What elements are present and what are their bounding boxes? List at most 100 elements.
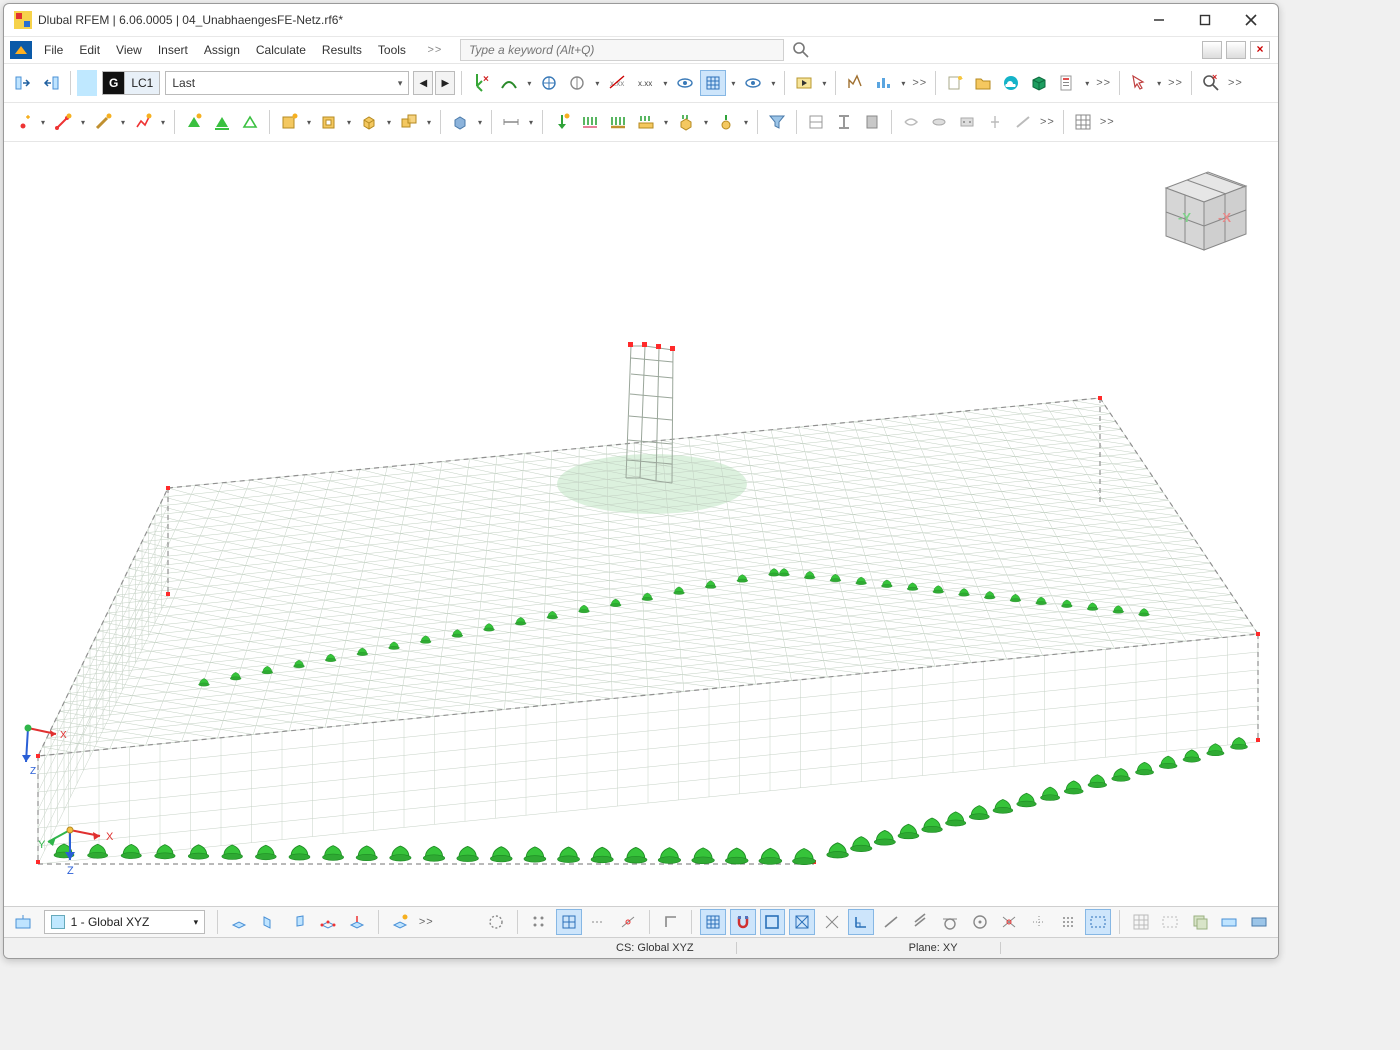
diagram2-icon[interactable] (870, 70, 896, 96)
snap-guide-icon[interactable] (586, 909, 612, 935)
osnap-near-icon[interactable] (878, 909, 904, 935)
select-arrow-icon[interactable] (1126, 70, 1152, 96)
dropdown-icon[interactable]: ▾ (344, 118, 354, 127)
plane-yz-icon[interactable] (256, 909, 282, 935)
plane-star-icon[interactable] (387, 909, 413, 935)
misc1-icon[interactable] (898, 109, 924, 135)
support-new3-icon[interactable] (237, 109, 263, 135)
view-mesh-icon[interactable] (700, 70, 726, 96)
toolbar-more-icon[interactable]: >> (912, 77, 927, 89)
toolbar-more-icon[interactable]: >> (1100, 116, 1115, 128)
navcube-face-y[interactable]: -Y (1178, 210, 1191, 225)
toolbar-more-icon[interactable]: >> (1228, 77, 1243, 89)
dropdown-icon[interactable]: ▾ (118, 118, 128, 127)
dropdown-icon[interactable]: ▾ (741, 118, 751, 127)
dropdown-icon[interactable]: ▾ (1154, 79, 1164, 88)
line-load-icon[interactable] (577, 109, 603, 135)
menu-more-icon[interactable]: >> (416, 44, 454, 56)
search-go-icon[interactable] (788, 37, 814, 63)
toolbar-more-icon[interactable]: >> (1096, 77, 1111, 89)
section1-icon[interactable] (803, 109, 829, 135)
close-button[interactable] (1228, 5, 1274, 35)
intersect-icon[interactable] (396, 109, 422, 135)
dimension-icon[interactable] (498, 109, 524, 135)
dropdown-icon[interactable]: ▾ (819, 79, 829, 88)
workplane-icon[interactable] (10, 909, 36, 935)
filter-icon[interactable] (764, 109, 790, 135)
member-new-icon[interactable] (90, 109, 116, 135)
menu-calculate[interactable]: Calculate (248, 40, 314, 60)
menu-results[interactable]: Results (314, 40, 370, 60)
dropdown-icon[interactable]: ▾ (660, 79, 670, 88)
app-badge-icon[interactable] (10, 41, 32, 59)
menu-edit[interactable]: Edit (71, 40, 108, 60)
mdi-restore-button[interactable] (1226, 41, 1246, 59)
member-load-icon[interactable] (605, 109, 631, 135)
plane-offset-icon[interactable] (345, 909, 371, 935)
misc4-icon[interactable] (982, 109, 1008, 135)
bg-layers-icon[interactable] (1187, 909, 1213, 935)
grid-settings-icon[interactable] (1070, 109, 1096, 135)
polyline-new-icon[interactable] (130, 109, 156, 135)
results-deformed-icon[interactable] (496, 70, 522, 96)
toolbar-more-icon[interactable]: >> (1040, 116, 1055, 128)
dropdown-icon[interactable]: ▾ (524, 79, 534, 88)
dropdown-icon[interactable]: ▾ (701, 118, 711, 127)
values-show-icon[interactable]: x.xx (632, 70, 658, 96)
loadcase-color-icon[interactable] (77, 70, 97, 96)
navcube-face-x[interactable]: -X (1218, 210, 1231, 225)
osnap-cross-icon[interactable] (789, 909, 815, 935)
section2-icon[interactable] (831, 109, 857, 135)
show-all-icon[interactable] (484, 909, 510, 935)
search-field[interactable] (460, 39, 784, 61)
osnap-center-icon[interactable] (967, 909, 993, 935)
panel-right-icon[interactable] (38, 70, 64, 96)
workplane-select[interactable]: 1 - Global XYZ ▾ (44, 910, 206, 934)
bg-grid-icon[interactable] (1128, 909, 1154, 935)
anim-play-icon[interactable] (791, 70, 817, 96)
osnap-gridline-icon[interactable] (1026, 909, 1052, 935)
menu-view[interactable]: View (108, 40, 150, 60)
line-new-icon[interactable] (50, 109, 76, 135)
plane-xy-icon[interactable] (226, 909, 252, 935)
osnap-bounds-icon[interactable] (1085, 909, 1111, 935)
osnap-intersect-icon[interactable] (996, 909, 1022, 935)
dropdown-icon[interactable]: ▾ (526, 118, 536, 127)
cloud-icon[interactable] (998, 70, 1024, 96)
surface-new-icon[interactable] (276, 109, 302, 135)
dropdown-icon[interactable]: ▾ (592, 79, 602, 88)
find-icon[interactable]: × (1198, 70, 1224, 96)
dropdown-icon[interactable]: ▾ (384, 118, 394, 127)
panel-left-icon[interactable] (10, 70, 36, 96)
dropdown-icon[interactable]: ▾ (424, 118, 434, 127)
plane-3pt-icon[interactable] (315, 909, 341, 935)
open-model-icon[interactable] (970, 70, 996, 96)
dropdown-icon[interactable]: ▾ (661, 118, 671, 127)
maximize-button[interactable] (1182, 5, 1228, 35)
opening-new-icon[interactable] (316, 109, 342, 135)
dropdown-icon[interactable]: ▾ (1082, 79, 1092, 88)
dropdown-icon[interactable]: ▾ (768, 79, 778, 88)
menu-assign[interactable]: Assign (196, 40, 248, 60)
search-input[interactable] (467, 42, 777, 58)
bg-rect-icon[interactable] (1157, 909, 1183, 935)
mdi-close-button[interactable]: × (1250, 41, 1270, 59)
dropdown-icon[interactable]: ▾ (475, 118, 485, 127)
loadcase-next-button[interactable]: ▶ (435, 71, 455, 95)
menu-insert[interactable]: Insert (150, 40, 196, 60)
box-icon[interactable] (1026, 70, 1052, 96)
model-viewport[interactable]: X Z X Y Z -Y (4, 142, 1278, 906)
surface-load-icon[interactable] (633, 109, 659, 135)
plane-xz-icon[interactable] (285, 909, 311, 935)
report-icon[interactable] (1054, 70, 1080, 96)
osnap-grid-icon[interactable] (700, 909, 726, 935)
bg-solid-icon[interactable] (1246, 909, 1272, 935)
diagram1-icon[interactable] (842, 70, 868, 96)
block-new-icon[interactable] (447, 109, 473, 135)
snap-grid-icon[interactable] (526, 909, 552, 935)
dropdown-icon[interactable]: ▾ (898, 79, 908, 88)
menu-tools[interactable]: Tools (370, 40, 414, 60)
menu-file[interactable]: File (36, 40, 71, 60)
mdi-minimize-button[interactable] (1202, 41, 1222, 59)
misc2-icon[interactable] (926, 109, 952, 135)
